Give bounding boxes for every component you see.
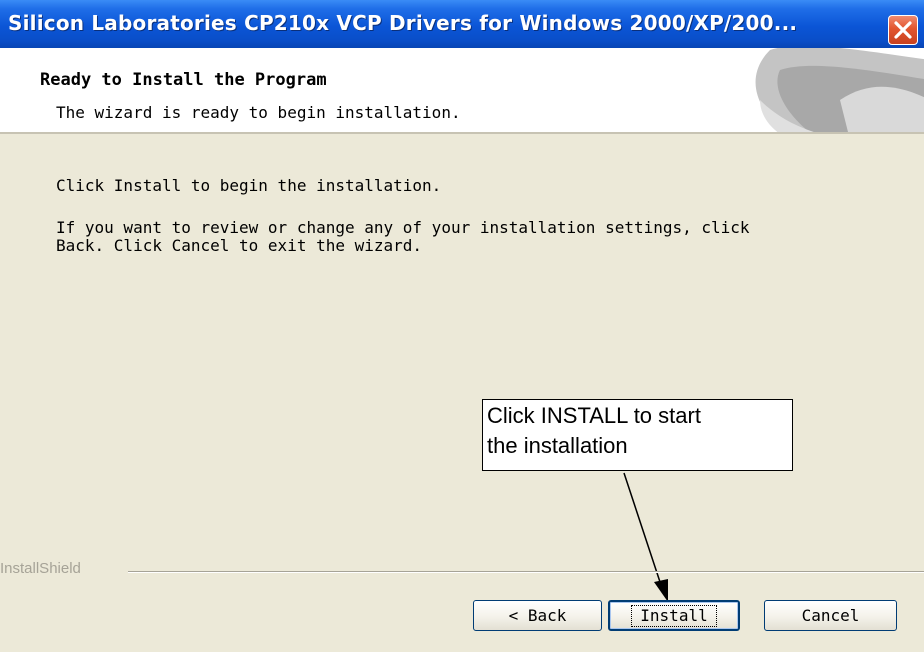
title-bar[interactable]: Silicon Laboratories CP210x VCP Drivers …: [0, 0, 924, 49]
install-button[interactable]: Install: [608, 600, 740, 631]
callout-line2: the installation: [487, 433, 628, 458]
footer-divider: [128, 571, 924, 573]
wizard-header: Ready to Install the Program The wizard …: [0, 48, 924, 134]
page-subtitle: The wizard is ready to begin installatio…: [56, 103, 461, 122]
cancel-button-label: Cancel: [801, 606, 860, 625]
installshield-brand: InstallShield: [0, 560, 81, 577]
close-icon: [894, 21, 912, 39]
page-title: Ready to Install the Program: [40, 70, 327, 90]
decorative-graphic: [755, 48, 924, 132]
instruction-text: Click Install to begin the installation.: [56, 176, 442, 195]
window-title: Silicon Laboratories CP210x VCP Drivers …: [8, 11, 798, 35]
close-button[interactable]: [888, 15, 918, 45]
callout-line1: Click INSTALL to start: [487, 403, 701, 428]
annotation-callout: Click INSTALL to start the installation: [482, 399, 793, 471]
back-button[interactable]: < Back: [473, 600, 602, 631]
review-text-line2: Back. Click Cancel to exit the wizard.: [56, 236, 423, 255]
review-text-line1: If you want to review or change any of y…: [56, 218, 750, 237]
install-button-label: Install: [631, 605, 717, 627]
cancel-button[interactable]: Cancel: [764, 600, 897, 631]
back-button-label: < Back: [508, 606, 567, 625]
